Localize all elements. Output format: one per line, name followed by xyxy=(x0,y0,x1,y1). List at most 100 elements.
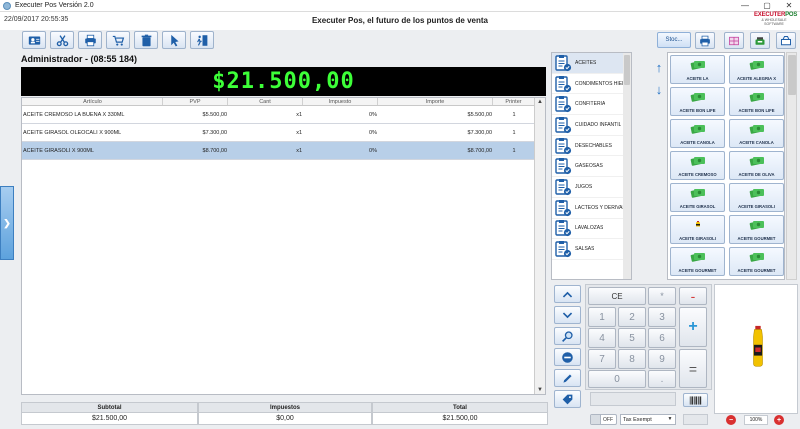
product-button[interactable]: ACEITE DE OLIVA xyxy=(729,151,784,180)
cash-register-button[interactable] xyxy=(750,32,770,49)
key-equals[interactable]: = xyxy=(679,349,707,388)
table-scrollbar[interactable]: ▲ ▼ xyxy=(534,98,545,394)
category-item[interactable]: LAVALOZAS xyxy=(552,219,631,240)
category-item[interactable]: DESECHABLES xyxy=(552,136,631,157)
category-item[interactable]: CONFITERIA xyxy=(552,94,631,116)
down-button[interactable] xyxy=(554,306,581,324)
column-header-printer[interactable]: Printer xyxy=(493,98,535,105)
cart-button[interactable] xyxy=(106,31,130,49)
category-item[interactable]: JUGOS xyxy=(552,177,631,198)
amount-field[interactable] xyxy=(590,392,676,406)
product-button[interactable]: ACEITE LA xyxy=(670,55,725,84)
key-4[interactable]: 4 xyxy=(588,328,616,348)
product-button[interactable]: ACEITE GIRASOL xyxy=(670,183,725,212)
category-item[interactable]: GASEOSAS xyxy=(552,156,631,178)
product-label: ACEITE GIRASOL xyxy=(679,204,716,209)
up-button[interactable] xyxy=(554,285,581,303)
product-button[interactable]: ACEITE BON LIFE xyxy=(670,87,725,116)
exit-button[interactable] xyxy=(190,31,214,49)
category-item[interactable]: CUIDADO INFANTIL xyxy=(552,115,631,136)
scroll-up-icon[interactable]: ▲ xyxy=(536,98,544,106)
edit-button[interactable] xyxy=(554,369,581,387)
key-0[interactable]: 0 xyxy=(588,370,646,388)
product-button[interactable]: ACEITE GIRASOLI xyxy=(729,183,784,212)
print-receipt-button[interactable] xyxy=(695,32,715,49)
tag-button[interactable] xyxy=(554,390,581,408)
remove-button[interactable] xyxy=(554,348,581,366)
minimize-icon[interactable]: — xyxy=(734,0,756,12)
product-button[interactable]: ACEITE CANOLA xyxy=(729,119,784,148)
search-button[interactable] xyxy=(554,327,581,345)
tax-select[interactable]: Tax Exempt ▼ xyxy=(620,414,676,425)
table-row-selected[interactable]: ACEITE GIRASOLI X 900ML $8.700,00 x1 0% … xyxy=(22,142,545,160)
key-9[interactable]: 9 xyxy=(648,349,676,369)
scroll-up-button[interactable]: ↑ xyxy=(653,57,665,77)
box-button[interactable] xyxy=(776,32,796,49)
product-button[interactable]: ACEITE GOURMET xyxy=(729,247,784,276)
cut-button[interactable] xyxy=(50,31,74,49)
key-6[interactable]: 6 xyxy=(648,328,676,348)
table-row[interactable]: ACEITE CREMOSO LA BUENA X 330ML $5.500,0… xyxy=(22,106,545,124)
close-icon[interactable]: ✕ xyxy=(778,0,800,12)
key-3[interactable]: 3 xyxy=(648,307,676,327)
select-button[interactable] xyxy=(162,31,186,49)
column-header-articulo[interactable]: Artículo xyxy=(22,98,163,105)
barcode-button[interactable] xyxy=(683,393,708,407)
key-minus[interactable]: - xyxy=(679,287,707,305)
table-row[interactable]: ACEITE GIRASOL OLEOCALI X 900ML $7.300,0… xyxy=(22,124,545,142)
money-icon xyxy=(690,253,705,262)
product-button[interactable]: ACEITE CREMOSO xyxy=(670,151,725,180)
maximize-icon[interactable]: ▢ xyxy=(756,0,778,12)
category-scrollbar[interactable] xyxy=(623,53,631,279)
zoom-percent: 100% xyxy=(744,415,768,425)
money-icon xyxy=(749,189,764,198)
scroll-down-button[interactable]: ↓ xyxy=(653,79,665,99)
print-button[interactable] xyxy=(78,31,102,49)
key-8[interactable]: 8 xyxy=(618,349,646,369)
product-button[interactable]: ACEITE GIRASOLI xyxy=(670,215,725,244)
total-value: $21.500,00 xyxy=(372,413,548,425)
product-button[interactable]: ACEITE GOURMET xyxy=(729,215,784,244)
stock-button[interactable]: Stoc... xyxy=(657,32,691,48)
key-decimal[interactable]: . xyxy=(648,370,676,388)
column-header-cant[interactable]: Cant xyxy=(228,98,303,105)
key-7[interactable]: 7 xyxy=(588,349,616,369)
category-item[interactable]: LACTEOS Y DERIVADOS xyxy=(552,198,631,219)
product-preview xyxy=(714,284,798,414)
toggle-switch[interactable]: OFF xyxy=(590,414,617,425)
key-ce[interactable]: CE xyxy=(588,287,646,305)
product-button[interactable]: ACEITE BON LIFE xyxy=(729,87,784,116)
product-button[interactable]: ACEITE ALEGRIA X xyxy=(729,55,784,84)
customer-button[interactable] xyxy=(22,31,46,49)
zoom-in-button[interactable]: + xyxy=(774,415,784,425)
column-header-pvp[interactable]: PVP xyxy=(163,98,228,105)
side-panel-toggle[interactable]: ❯ xyxy=(0,186,14,260)
chevron-up-icon xyxy=(562,291,573,298)
taxes-value: $0,00 xyxy=(198,413,372,425)
delete-button[interactable] xyxy=(134,31,158,49)
column-header-importe[interactable]: Importe xyxy=(378,98,493,105)
zoom-out-button[interactable]: − xyxy=(726,415,736,425)
category-item[interactable]: SALSAS xyxy=(552,239,631,260)
cell-printer: 1 xyxy=(512,147,516,154)
toggle-label: OFF xyxy=(603,416,613,423)
category-item[interactable]: ACEITES xyxy=(552,53,631,74)
total-label: Total xyxy=(372,402,548,413)
clipboard-check-icon xyxy=(555,54,572,71)
column-header-impuesto[interactable]: Impuesto xyxy=(303,98,378,105)
money-icon xyxy=(690,93,705,102)
key-plus[interactable]: + xyxy=(679,307,707,347)
key-5[interactable]: 5 xyxy=(618,328,646,348)
key-1[interactable]: 1 xyxy=(588,307,616,327)
money-icon xyxy=(690,157,705,166)
category-item[interactable]: CONDIMENTOS HIERBA xyxy=(552,74,631,95)
product-button[interactable]: ACEITE GOURMET xyxy=(670,247,725,276)
key-multiply[interactable]: * xyxy=(648,287,676,305)
category-label: LAVALOZAS xyxy=(575,225,604,232)
product-label: ACEITE LA xyxy=(686,76,709,81)
grid-button[interactable] xyxy=(724,32,744,49)
scroll-down-icon[interactable]: ▼ xyxy=(536,386,544,394)
product-button[interactable]: ACEITE CANOLA xyxy=(670,119,725,148)
key-2[interactable]: 2 xyxy=(618,307,646,327)
product-scrollbar[interactable] xyxy=(786,52,797,280)
